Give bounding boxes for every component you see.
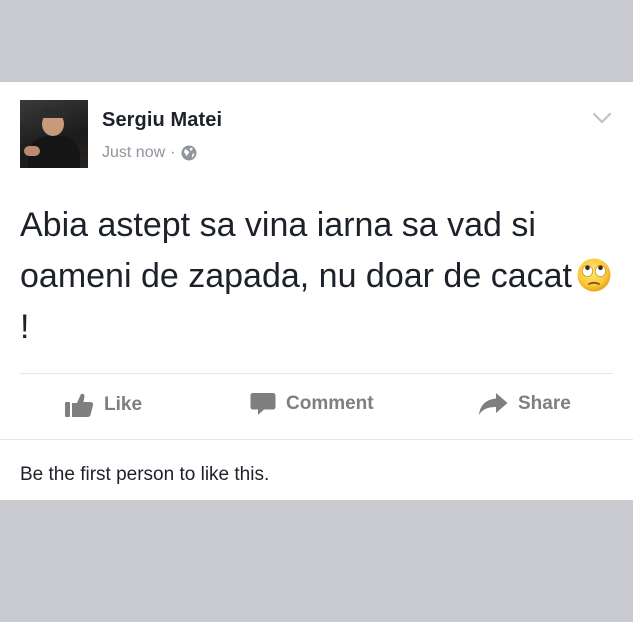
comment-button[interactable]: Comment [250, 392, 374, 416]
divider [20, 373, 613, 374]
divider [0, 439, 633, 440]
post-message: Abia astept sa vina iarna sa vad si oame… [20, 200, 620, 353]
share-label: Share [518, 393, 571, 414]
comment-label: Comment [286, 393, 374, 414]
share-arrow-icon [479, 393, 508, 415]
comment-icon [250, 393, 276, 415]
post-message-ending: ! [20, 308, 30, 346]
share-button[interactable]: Share [478, 392, 571, 416]
thumbs-up-icon [65, 393, 94, 417]
avatar[interactable] [20, 100, 88, 168]
like-label: Like [104, 394, 143, 415]
globe-icon[interactable] [181, 145, 197, 161]
meta-separator: · [170, 144, 176, 161]
post-message-text: Abia astept sa vina iarna sa vad si oame… [20, 206, 572, 295]
eye-roll-emoji [577, 258, 611, 292]
action-bar: Like Comment Share [0, 382, 633, 432]
likes-summary[interactable]: Be the first person to like this. [20, 464, 269, 486]
avatar-hand-shape [24, 146, 40, 156]
avatar-cap-shape [40, 108, 66, 118]
like-button[interactable]: Like [64, 392, 142, 418]
post-meta: Just now · [102, 144, 197, 162]
author-name[interactable]: Sergiu Matei [102, 109, 222, 132]
post-card: Sergiu Matei Just now · Abia astept sa v… [0, 82, 633, 500]
post-timestamp[interactable]: Just now [102, 144, 165, 162]
chevron-down-icon[interactable] [592, 111, 612, 125]
